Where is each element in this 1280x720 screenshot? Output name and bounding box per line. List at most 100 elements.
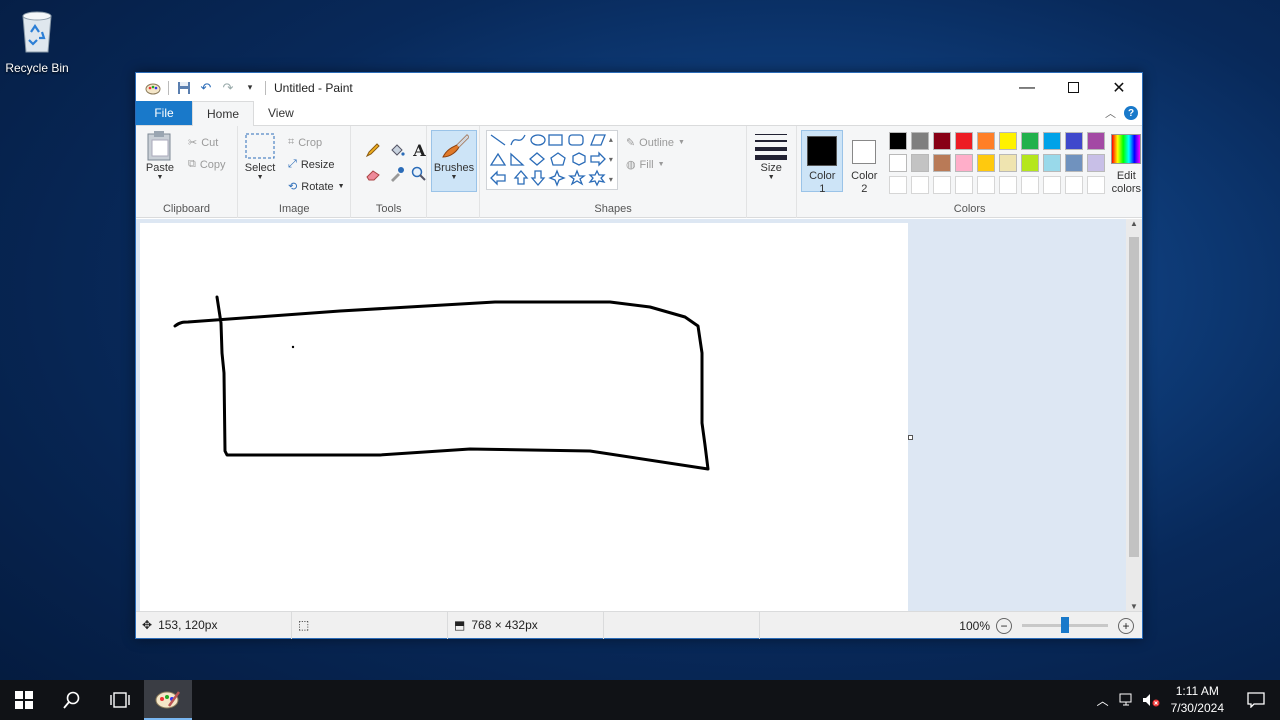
palette-color-swatch[interactable] [977,154,996,172]
save-icon[interactable] [175,79,193,97]
shapes-gallery-icons [489,134,606,187]
palette-color-swatch[interactable] [1021,154,1040,172]
scroll-up-icon[interactable]: ▲ [1126,219,1142,228]
scroll-down-icon[interactable]: ▼ [1126,602,1142,611]
palette-color-swatch[interactable] [999,154,1018,172]
task-view-button[interactable] [96,680,144,720]
redo-icon[interactable]: ↷ [219,79,237,97]
palette-custom-slot[interactable] [889,176,908,194]
quick-access-toolbar: ↶ ↷ ▾ [136,73,268,102]
taskbar: ︿ 1:11 AM 7/30/2024 [0,680,1280,720]
ribbon: Paste ▼ ✂ Cut ⧉ Copy Clipboard Select ▼ ⌗ C… [136,126,1142,218]
zoom-slider[interactable] [1022,617,1108,633]
tab-view[interactable]: View [254,101,308,125]
fill-bucket-icon[interactable] [387,140,407,160]
minimize-button[interactable]: — [1004,73,1050,102]
palette-color-swatch[interactable] [1087,132,1106,150]
network-icon[interactable] [1115,680,1139,720]
tab-home[interactable]: Home [192,101,255,126]
brushes-button-content[interactable]: Brushes ▼ [431,130,477,181]
colors-group: Color 1 Color 2 Edit colors Colors [796,126,1142,218]
select-rect-icon [244,130,276,162]
zoom-slider-thumb[interactable] [1061,617,1069,633]
select-button[interactable]: Select ▼ [244,130,276,181]
brushes-group: Brushes ▼ [427,126,480,218]
outline-button[interactable]: ✎ Outline ▼ [626,136,685,150]
start-button[interactable] [0,680,48,720]
palette-color-swatch[interactable] [955,154,974,172]
palette-custom-slot[interactable] [933,176,952,194]
palette-color-swatch[interactable] [1065,132,1084,150]
color-picker-icon[interactable] [387,164,407,184]
clock-time: 1:11 AM [1175,684,1219,698]
taskbar-paint-button[interactable] [144,680,192,720]
select-label: Select [244,162,276,174]
color2-swatch[interactable] [852,140,877,164]
selection-size-icon: ⬚ [298,618,310,632]
palette-custom-slot[interactable] [1065,176,1084,194]
palette-custom-slot[interactable] [911,176,930,194]
drawing-canvas[interactable] [140,223,913,613]
color1-button[interactable]: Color 1 [797,170,847,196]
color2-button[interactable]: Color 2 [843,170,885,196]
canvas-resize-handle[interactable] [908,435,913,440]
palette-color-swatch[interactable] [933,132,952,150]
recycle-bin-icon[interactable]: Recycle Bin [4,6,70,75]
cursor-position-icon: ✥ [142,618,153,632]
clock[interactable]: 1:11 AM 7/30/2024 [1163,683,1232,717]
palette-color-swatch[interactable] [911,154,930,172]
crop-icon: ⌗ [288,136,295,148]
size-button[interactable]: Size ▼ [755,130,788,181]
palette-custom-slot[interactable] [955,176,974,194]
zoom-out-icon[interactable]: − [996,617,1012,634]
palette-color-swatch[interactable] [889,154,908,172]
collapse-ribbon-icon[interactable]: ︿ [1105,105,1116,121]
palette-custom-slot[interactable] [999,176,1018,194]
canvas-area [136,219,1128,613]
palette-color-swatch[interactable] [1043,132,1062,150]
help-icon[interactable]: ? [1124,106,1138,120]
palette-color-swatch[interactable] [977,132,996,150]
rotate-button[interactable]: ⟲ Rotate ▼ [288,180,345,194]
color1-swatch[interactable] [807,136,838,166]
resize-button[interactable]: ⤢ Resize [288,158,334,171]
maximize-button[interactable] [1050,73,1096,102]
show-hidden-icons-chevron-icon[interactable]: ︿ [1091,680,1115,720]
close-button[interactable]: ✕ [1096,73,1142,102]
palette-custom-slot[interactable] [977,176,996,194]
eraser-icon[interactable] [363,164,383,184]
paint-app-icon[interactable] [144,79,162,97]
palette-custom-slot[interactable] [1021,176,1040,194]
volume-muted-icon[interactable] [1139,680,1163,720]
zoom-level: 100% [959,618,990,633]
palette-color-swatch[interactable] [889,132,908,150]
undo-icon[interactable]: ↶ [197,79,215,97]
size-label: Size [760,162,782,174]
copy-button[interactable]: ⧉ Copy [188,158,226,171]
palette-color-swatch[interactable] [955,132,974,150]
palette-color-swatch[interactable] [911,132,930,150]
palette-custom-slot[interactable] [1043,176,1062,194]
notifications-icon[interactable] [1232,680,1280,720]
palette-color-swatch[interactable] [999,132,1018,150]
cut-button[interactable]: ✂ Cut [188,136,218,150]
edit-colors-button[interactable]: Edit colors [1103,170,1149,196]
palette-color-swatch[interactable] [1065,154,1084,172]
vertical-scrollbar[interactable]: ▲ ▼ [1126,219,1142,613]
zoom-in-icon[interactable]: + [1118,617,1134,634]
search-button[interactable] [48,680,96,720]
pencil-icon[interactable] [363,140,383,160]
tools-group: A Tools [351,126,427,218]
scrollbar-thumb[interactable] [1129,237,1139,557]
palette-color-swatch[interactable] [1043,154,1062,172]
color2-label: Color 2 [851,170,878,195]
shapes-scroll[interactable]: ▴ ▾ ▾ [604,130,618,190]
crop-button[interactable]: ⌗ Crop [288,136,322,149]
tab-file[interactable]: File [136,101,192,125]
palette-color-swatch[interactable] [1021,132,1040,150]
palette-color-swatch[interactable] [933,154,952,172]
rainbow-icon[interactable] [1111,134,1142,164]
paste-button[interactable]: Paste ▼ [144,130,176,181]
fill-button[interactable]: ◍ Fill ▼ [626,158,665,172]
customize-qat-icon[interactable]: ▾ [241,79,259,97]
